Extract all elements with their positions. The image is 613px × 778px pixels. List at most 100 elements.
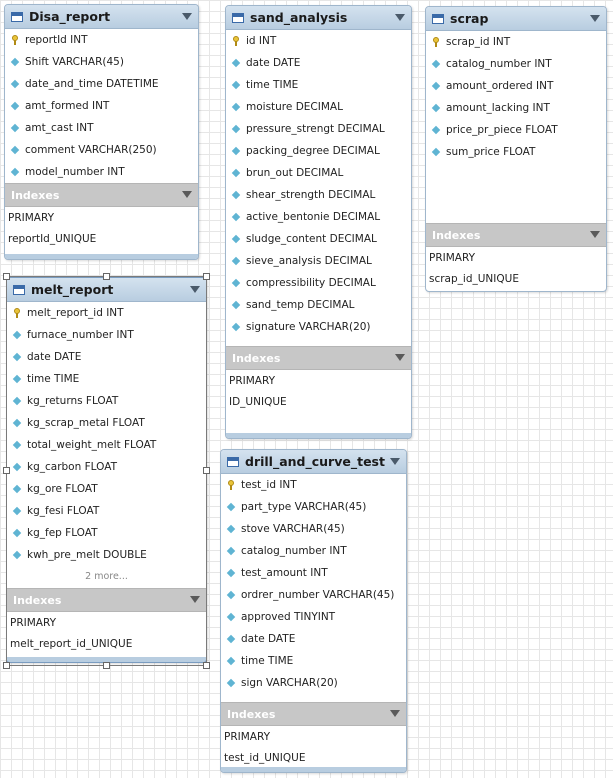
column-row[interactable]: packing_degree DECIMAL <box>226 140 411 162</box>
index-row[interactable]: melt_report_id_UNIQUE <box>7 633 206 654</box>
table-header[interactable]: scrap <box>426 7 606 31</box>
collapse-arrow-icon[interactable] <box>590 15 600 22</box>
column-row[interactable]: shear_strength DECIMAL <box>226 184 411 206</box>
column-row[interactable]: sand_temp DECIMAL <box>226 294 411 316</box>
indexes-arrow-icon[interactable] <box>395 354 405 361</box>
indexes-header[interactable]: Indexes <box>221 702 406 726</box>
column-row[interactable]: scrap_id INT <box>426 31 606 53</box>
indexes-arrow-icon[interactable] <box>182 191 192 198</box>
column-row[interactable]: test_amount INT <box>221 562 406 584</box>
column-row[interactable]: stove VARCHAR(45) <box>221 518 406 540</box>
column-row[interactable]: ordrer_number VARCHAR(45) <box>221 584 406 606</box>
column-row[interactable]: kg_scrap_metal FLOAT <box>7 412 206 434</box>
indexes-arrow-icon[interactable] <box>390 710 400 717</box>
index-row[interactable]: PRIMARY <box>5 207 198 228</box>
column-row[interactable]: kg_carbon FLOAT <box>7 456 206 478</box>
column-row[interactable]: amount_ordered INT <box>426 75 606 97</box>
table-header[interactable]: drill_and_curve_test <box>221 450 406 474</box>
table-header[interactable]: melt_report <box>7 278 206 302</box>
index-row[interactable]: PRIMARY <box>7 612 206 633</box>
index-row[interactable]: reportId_UNIQUE <box>5 228 198 249</box>
column-row[interactable]: model_number INT <box>5 161 198 183</box>
resize-handle-middle-right[interactable] <box>203 467 210 474</box>
column-row[interactable]: reportId INT <box>5 29 198 51</box>
column-row[interactable]: time TIME <box>7 368 206 390</box>
index-row[interactable]: scrap_id_UNIQUE <box>426 268 606 289</box>
column-row[interactable]: kg_fesi FLOAT <box>7 500 206 522</box>
column-row[interactable]: sludge_content DECIMAL <box>226 228 411 250</box>
indexes-header[interactable]: Indexes <box>226 346 411 370</box>
indexes-header[interactable]: Indexes <box>5 183 198 207</box>
column-diamond-icon <box>226 502 236 512</box>
column-row[interactable]: total_weight_melt FLOAT <box>7 434 206 456</box>
column-row[interactable]: test_id INT <box>221 474 406 496</box>
column-diamond-icon <box>231 80 241 90</box>
column-row[interactable]: price_pr_piece FLOAT <box>426 119 606 141</box>
column-diamond-icon <box>12 374 22 384</box>
index-row[interactable]: PRIMARY <box>221 726 406 747</box>
column-row[interactable]: melt_report_id INT <box>7 302 206 324</box>
index-row[interactable]: test_id_UNIQUE <box>221 747 406 768</box>
column-row[interactable]: brun_out DECIMAL <box>226 162 411 184</box>
resize-handle-bottom-left[interactable] <box>3 662 10 669</box>
indexes-arrow-icon[interactable] <box>190 596 200 603</box>
column-row[interactable]: kwh_pre_melt DOUBLE <box>7 544 206 566</box>
column-row[interactable]: part_type VARCHAR(45) <box>221 496 406 518</box>
column-row[interactable]: comment VARCHAR(250) <box>5 139 198 161</box>
table-disa-report[interactable]: Disa_report reportId INT Shift VARCHAR(45… <box>4 4 199 260</box>
resize-handle-bottom-right[interactable] <box>203 662 210 669</box>
table-header[interactable]: sand_analysis <box>226 6 411 30</box>
column-row[interactable]: date DATE <box>226 52 411 74</box>
collapse-arrow-icon[interactable] <box>190 286 200 293</box>
column-row[interactable]: amount_lacking INT <box>426 97 606 119</box>
column-row[interactable]: catalog_number INT <box>426 53 606 75</box>
table-melt-report[interactable]: melt_report melt_report_id INT furnace_nu… <box>6 277 207 663</box>
column-row[interactable]: sum_price FLOAT <box>426 141 606 163</box>
resize-handle-bottom-center[interactable] <box>103 662 110 669</box>
indexes-header[interactable]: Indexes <box>7 588 206 612</box>
resize-handle-top-center[interactable] <box>103 273 110 280</box>
column-row[interactable]: Shift VARCHAR(45) <box>5 51 198 73</box>
column-row[interactable]: amt_cast INT <box>5 117 198 139</box>
column-diamond-icon <box>431 103 441 113</box>
column-row[interactable]: date DATE <box>221 628 406 650</box>
column-row[interactable]: signature VARCHAR(20) <box>226 316 411 338</box>
column-row[interactable]: amt_formed INT <box>5 95 198 117</box>
column-row[interactable]: active_bentonie DECIMAL <box>226 206 411 228</box>
column-row[interactable]: approved TINYINT <box>221 606 406 628</box>
indexes-arrow-icon[interactable] <box>590 231 600 238</box>
index-row[interactable]: ID_UNIQUE <box>226 391 411 412</box>
column-row[interactable]: kg_ore FLOAT <box>7 478 206 500</box>
column-row[interactable]: sign VARCHAR(20) <box>221 672 406 694</box>
indexes-header[interactable]: Indexes <box>426 223 606 247</box>
collapse-arrow-icon[interactable] <box>395 14 405 21</box>
column-row[interactable]: compressibility DECIMAL <box>226 272 411 294</box>
resize-handle-middle-left[interactable] <box>3 467 10 474</box>
column-row[interactable]: kg_returns FLOAT <box>7 390 206 412</box>
table-name: scrap <box>450 11 489 26</box>
table-drill-and-curve-test[interactable]: drill_and_curve_test test_id INT part_typ… <box>220 449 407 773</box>
resize-handle-top-right[interactable] <box>203 273 210 280</box>
column-row[interactable]: catalog_number INT <box>221 540 406 562</box>
column-row[interactable]: time TIME <box>221 650 406 672</box>
collapse-arrow-icon[interactable] <box>390 458 400 465</box>
table-scrap[interactable]: scrap scrap_id INT catalog_number INT amou… <box>425 6 607 292</box>
column-label: scrap_id INT <box>446 36 511 48</box>
column-label: test_amount INT <box>241 567 328 579</box>
index-row[interactable]: PRIMARY <box>426 247 606 268</box>
column-row[interactable]: pressure_strengt DECIMAL <box>226 118 411 140</box>
more-columns-link[interactable]: 2 more... <box>7 566 206 588</box>
index-row[interactable]: PRIMARY <box>226 370 411 391</box>
resize-handle-top-left[interactable] <box>3 273 10 280</box>
table-sand-analysis[interactable]: sand_analysis id INT date DATE time TIME mo… <box>225 5 412 439</box>
collapse-arrow-icon[interactable] <box>182 13 192 20</box>
column-row[interactable]: id INT <box>226 30 411 52</box>
column-row[interactable]: date_and_time DATETIME <box>5 73 198 95</box>
table-header[interactable]: Disa_report <box>5 5 198 29</box>
column-row[interactable]: furnace_number INT <box>7 324 206 346</box>
column-row[interactable]: kg_fep FLOAT <box>7 522 206 544</box>
column-row[interactable]: date DATE <box>7 346 206 368</box>
column-row[interactable]: moisture DECIMAL <box>226 96 411 118</box>
column-row[interactable]: time TIME <box>226 74 411 96</box>
column-row[interactable]: sieve_analysis DECIMAL <box>226 250 411 272</box>
